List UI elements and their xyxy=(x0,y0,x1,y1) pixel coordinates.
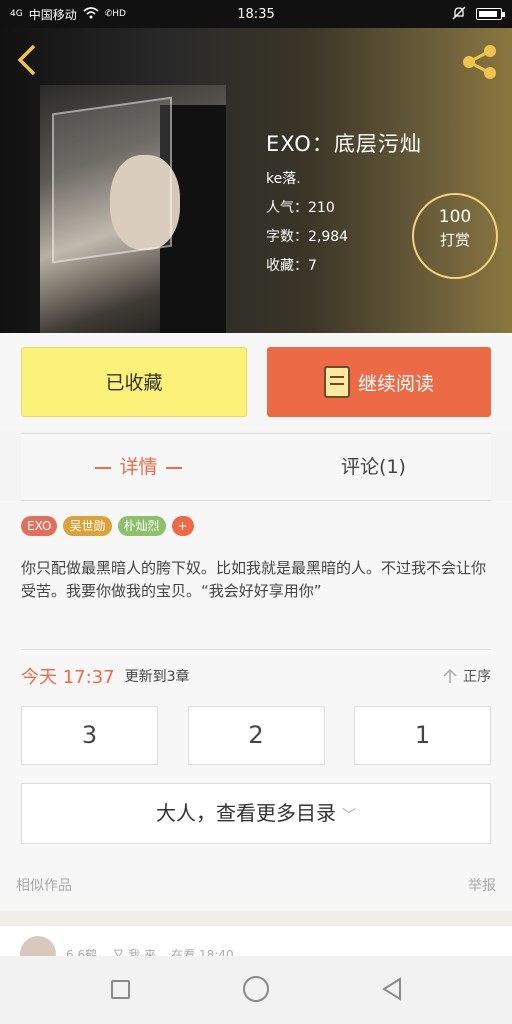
chapter-list: 3 2 1 xyxy=(21,706,491,765)
status-time: 18:35 xyxy=(237,6,275,22)
tab-bar: 详情 评论(1) xyxy=(21,433,491,501)
more-catalog-button[interactable]: 大人，查看更多目录 ﹀ xyxy=(21,783,491,844)
add-tag-button[interactable]: + xyxy=(171,516,194,536)
book-cover[interactable] xyxy=(40,85,226,333)
list-item[interactable]: 6.6鹤 .. 又 我 来 .. 在看 18:40 xyxy=(0,926,512,956)
continue-reading-button[interactable]: 继续阅读 xyxy=(267,347,491,417)
chevron-left-icon xyxy=(17,44,36,76)
sort-order-button[interactable]: 正序 xyxy=(443,666,491,686)
details-panel: EXO 吴世勋 朴灿烈 + 你只配做最黑暗人的胯下奴。比如我就是最黑暗的人。不过… xyxy=(0,501,512,911)
tag-park-chanyeol[interactable]: 朴灿烈 xyxy=(117,516,166,536)
more-catalog-label: 大人，查看更多目录 xyxy=(156,801,336,825)
system-nav-bar xyxy=(0,956,512,1024)
book-icon xyxy=(323,366,350,398)
section-spacer xyxy=(0,911,512,926)
update-row: 今天 17:37 更新到3章 正序 xyxy=(21,663,491,689)
back-nav-button[interactable] xyxy=(380,976,406,1002)
divider xyxy=(21,649,491,650)
action-bar: 已收藏 继续阅读 xyxy=(0,333,512,431)
book-title: EXO：底层污灿 xyxy=(266,132,422,156)
tab-comments[interactable]: 评论(1) xyxy=(256,434,491,500)
battery-icon xyxy=(476,8,505,20)
share-button[interactable] xyxy=(460,42,500,82)
tag-exo[interactable]: EXO xyxy=(21,516,58,536)
report-link[interactable]: 举报 xyxy=(468,875,496,895)
chapter-item-1[interactable]: 1 xyxy=(354,706,491,765)
list-item-meta: 6.6鹤 .. 又 我 来 .. 在看 18:40 xyxy=(66,948,234,956)
book-author[interactable]: ke落. xyxy=(266,168,422,188)
avatar xyxy=(20,936,56,956)
sort-order-label: 正序 xyxy=(463,669,491,685)
book-header: EXO：底层污灿 ke落. 人气：210 字数：2,984 收藏：7 100 打… xyxy=(0,28,512,333)
word-count-stat: 字数：2,984 xyxy=(266,229,349,245)
back-button[interactable] xyxy=(12,42,42,78)
reward-amount: 100 xyxy=(438,207,472,227)
tag-list: EXO 吴世勋 朴灿烈 + xyxy=(21,516,194,536)
tag-wu-shixun[interactable]: 吴世勋 xyxy=(63,516,112,536)
tab-details[interactable]: 详情 xyxy=(21,434,256,500)
similar-works-link[interactable]: 相似作品 xyxy=(16,875,72,895)
update-text: 更新到3章 xyxy=(124,669,190,685)
tab-details-label: 详情 xyxy=(119,456,158,478)
footer-row: 相似作品 举报 xyxy=(16,875,496,895)
chevron-down-icon: ﹀ xyxy=(342,808,356,824)
update-date: 今天 17:37 xyxy=(21,667,115,688)
chapter-item-2[interactable]: 2 xyxy=(187,706,325,765)
share-icon xyxy=(463,45,496,79)
favorited-button[interactable]: 已收藏 xyxy=(21,347,247,417)
status-bar: 4G 中国移动 ✆HD 18:35 xyxy=(0,0,512,28)
recents-button[interactable] xyxy=(111,980,130,999)
arrow-up-icon xyxy=(443,668,457,683)
book-description: 你只配做最黑暗人的胯下奴。比如我就是最黑暗的人。不过我不会让你受苦。我要你做我的… xyxy=(21,559,487,600)
book-info: EXO：底层污灿 ke落. 人气：210 字数：2,984 收藏：7 xyxy=(266,128,422,275)
home-button[interactable] xyxy=(243,976,269,1002)
chapter-item-3[interactable]: 3 xyxy=(21,706,158,765)
reward-button[interactable]: 100 打赏 xyxy=(412,193,498,279)
continue-reading-label: 继续阅读 xyxy=(357,372,434,395)
reward-label: 打赏 xyxy=(439,231,470,249)
popularity-stat: 人气：210 xyxy=(266,200,335,216)
favorites-stat: 收藏：7 xyxy=(266,258,317,274)
triangle-back-icon xyxy=(382,977,401,1001)
